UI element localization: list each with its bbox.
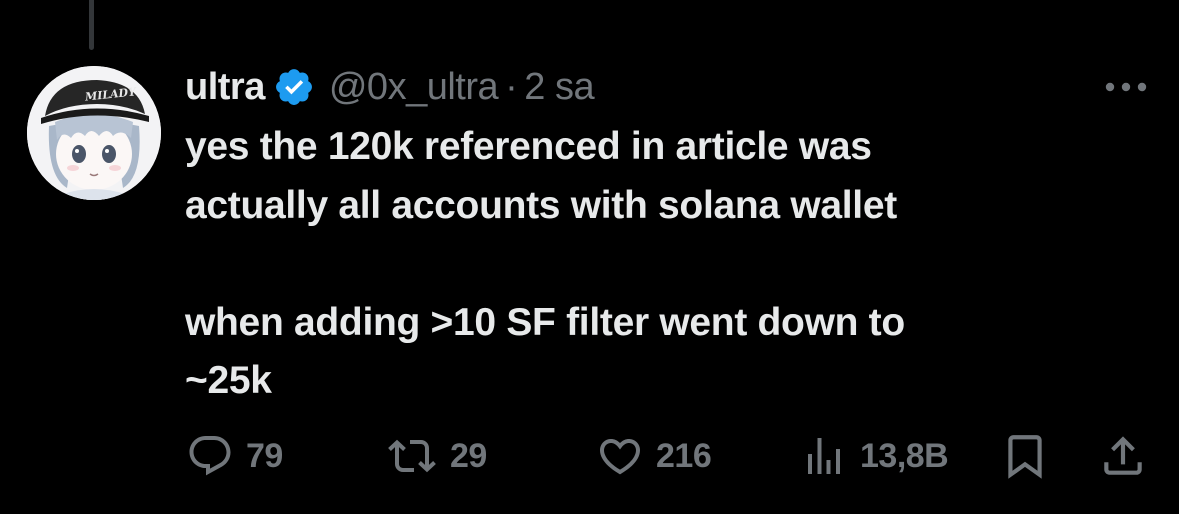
- reply-icon: [189, 436, 231, 476]
- tweet-text-line: ~25k: [185, 359, 272, 402]
- share-icon: [1104, 436, 1142, 475]
- retweet-button[interactable]: 29: [386, 426, 487, 486]
- verified-badge-icon[interactable]: [273, 66, 315, 108]
- retweet-icon: [388, 439, 436, 473]
- tweet-text-line: when adding >10 SF filter went down to: [185, 300, 905, 344]
- author-handle[interactable]: @0x_ultra: [329, 66, 499, 109]
- views-button[interactable]: 13,8B: [800, 426, 949, 486]
- tweet-text-line: yes the 120k referenced in article was: [185, 125, 872, 168]
- like-count: 216: [656, 436, 712, 475]
- tweet-timestamp[interactable]: 2 sa: [524, 66, 594, 109]
- tweet-action-bar: 79 29 216 13,8B: [0, 426, 1179, 486]
- share-button[interactable]: [1098, 426, 1148, 486]
- bookmark-button[interactable]: [1000, 426, 1050, 486]
- reply-count: 79: [246, 436, 283, 475]
- author-display-name[interactable]: ultra: [185, 66, 265, 109]
- retweet-count: 29: [450, 436, 487, 475]
- views-count: 13,8B: [860, 436, 949, 475]
- heart-icon: [599, 439, 641, 475]
- thread-connector-line: [89, 0, 94, 50]
- views-chart-icon: [808, 438, 840, 474]
- avatar-image: [27, 66, 161, 200]
- header-separator: ·: [505, 65, 518, 108]
- tweet-header: ultra @0x_ultra · 2 sa: [185, 62, 595, 112]
- avatar[interactable]: MILADY: [27, 66, 161, 200]
- like-button[interactable]: 216: [596, 426, 712, 486]
- tweet-text-line: actually all accounts with solana wallet: [185, 183, 897, 227]
- tweet-text: yes the 120k referenced in article was a…: [185, 118, 1085, 411]
- more-horizontal-icon[interactable]: [1100, 72, 1152, 102]
- bookmark-icon: [1008, 435, 1042, 479]
- reply-button[interactable]: 79: [186, 426, 283, 486]
